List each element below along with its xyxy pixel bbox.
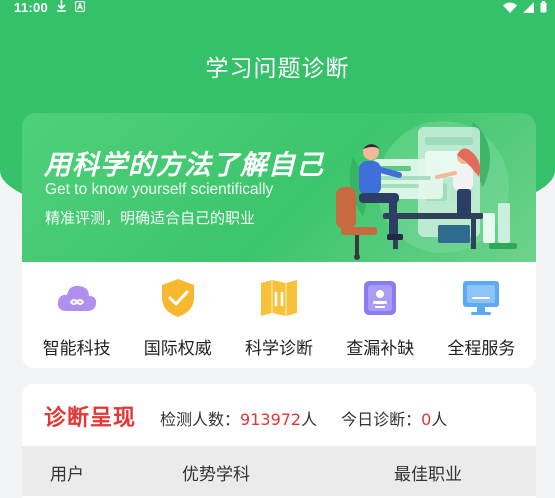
shield-check-icon (155, 277, 201, 319)
detect-label: 检测人数： (160, 410, 241, 429)
feature-label: 查漏补缺 (346, 339, 415, 359)
feature-smart-tech[interactable]: 智能科技 (26, 262, 127, 368)
banner-subtitle: 精准评测，明确适合自己的职业 (45, 209, 256, 227)
hero-banner[interactable]: 用科学的方法了解自己 Get to know yourself scientif… (22, 113, 536, 265)
detect-count: 913972 (240, 410, 302, 429)
feature-authority[interactable]: 国际权威 (127, 262, 228, 368)
today-count-stat: 今日诊断：0人 (341, 406, 447, 430)
map-book-icon (256, 277, 302, 319)
today-count: 0 (421, 410, 432, 429)
diagnosis-panel: 诊断呈现 检测人数：913972人 今日诊断：0人 用户 优势学科 最佳职业 (22, 384, 536, 498)
battery-icon (540, 1, 547, 16)
wifi-icon (503, 1, 517, 16)
status-bar: 11:00 (0, 0, 555, 16)
feature-diagnosis[interactable]: 科学诊断 (228, 262, 329, 368)
download-icon (56, 0, 67, 15)
column-header-subject: 优势学科 (182, 465, 250, 485)
notification-icon (74, 0, 86, 15)
table-header: 用户 优势学科 最佳职业 (22, 446, 536, 496)
feature-fill-gaps[interactable]: 查漏补缺 (330, 262, 431, 368)
banner-slogan: 用科学的方法了解自己 (44, 150, 324, 181)
feature-full-service[interactable]: 全程服务 (431, 262, 532, 368)
signal-icon (523, 1, 534, 16)
feature-label: 全程服务 (447, 339, 516, 359)
feature-bar: 智能科技 国际权威 科学诊断 查漏补缺 全程服务 (22, 262, 536, 368)
detect-count-stat: 检测人数：913972人 (160, 406, 317, 430)
banner-slogan-en: Get to know yourself scientifically (45, 181, 274, 198)
today-unit: 人 (431, 410, 448, 429)
monitor-icon (458, 277, 504, 319)
cloud-infinity-icon (54, 277, 100, 319)
badge-card-icon (357, 277, 403, 319)
detect-unit: 人 (301, 410, 318, 429)
today-label: 今日诊断： (341, 410, 422, 429)
column-header-user: 用户 (50, 465, 84, 485)
column-header-career: 最佳职业 (394, 465, 462, 485)
status-time: 11:00 (14, 0, 49, 15)
feature-label: 国际权威 (143, 339, 212, 359)
study-illustration (336, 121, 517, 260)
diagnosis-title: 诊断呈现 (44, 406, 137, 431)
feature-label: 科学诊断 (245, 339, 313, 359)
feature-label: 智能科技 (42, 339, 111, 359)
page-title: 学习问题诊断 (205, 56, 350, 82)
